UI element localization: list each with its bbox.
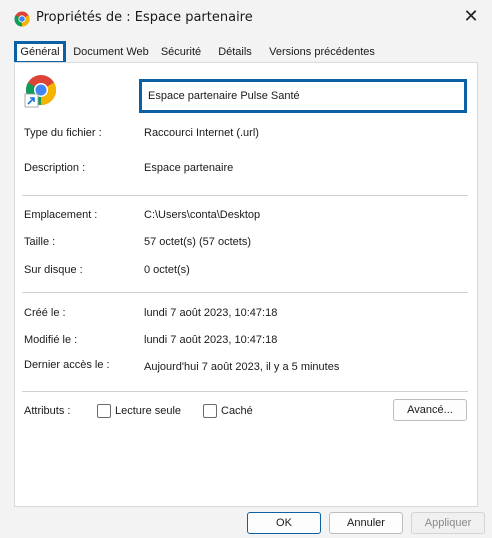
separator bbox=[22, 195, 468, 196]
description-label: Description : bbox=[24, 162, 86, 174]
size-on-disk-label: Sur disque : bbox=[24, 264, 83, 276]
readonly-checkbox[interactable] bbox=[97, 404, 111, 418]
size-value: 57 octet(s) (57 octets) bbox=[144, 236, 251, 248]
separator bbox=[22, 391, 468, 392]
tab-bar: Général Document Web Sécurité Détails Ve… bbox=[14, 41, 478, 64]
accessed-label: Dernier accès le : bbox=[24, 359, 110, 371]
modified-value: lundi 7 août 2023, 10:47:18 bbox=[144, 334, 278, 346]
hidden-checkbox[interactable] bbox=[203, 404, 217, 418]
attributes-label: Attributs : bbox=[24, 405, 71, 417]
tab-general[interactable]: Général bbox=[14, 41, 66, 64]
description-value: Espace partenaire bbox=[144, 162, 234, 174]
advanced-button[interactable]: Avancé... bbox=[393, 399, 467, 421]
location-label: Emplacement : bbox=[24, 209, 98, 221]
tab-label: Général bbox=[20, 46, 60, 58]
cancel-button[interactable]: Annuler bbox=[329, 512, 403, 534]
file-name-input[interactable] bbox=[139, 79, 467, 113]
tab-versions-precedentes[interactable]: Versions précédentes bbox=[261, 42, 383, 63]
window-title: Propriétés de : Espace partenaire bbox=[36, 10, 253, 25]
size-label: Taille : bbox=[24, 236, 56, 248]
tab-label: Versions précédentes bbox=[269, 46, 375, 58]
created-label: Créé le : bbox=[24, 307, 66, 319]
tab-document-web[interactable]: Document Web bbox=[71, 42, 151, 63]
hidden-label: Caché bbox=[221, 405, 253, 417]
location-value: C:\Users\conta\Desktop bbox=[144, 209, 261, 221]
readonly-label: Lecture seule bbox=[115, 405, 182, 417]
title-bar: Propriétés de : Espace partenaire ✕ bbox=[0, 0, 492, 36]
chrome-icon bbox=[14, 11, 30, 27]
apply-button[interactable]: Appliquer bbox=[411, 512, 485, 534]
tab-label: Sécurité bbox=[160, 46, 202, 58]
accessed-value: Aujourd'hui 7 août 2023, il y a 5 minute… bbox=[144, 361, 340, 373]
tab-label: Détails bbox=[218, 46, 252, 58]
tab-details[interactable]: Détails bbox=[211, 42, 259, 63]
separator bbox=[22, 292, 468, 293]
tab-securite[interactable]: Sécurité bbox=[153, 42, 209, 63]
created-value: lundi 7 août 2023, 10:47:18 bbox=[144, 307, 278, 319]
chrome-shortcut-icon bbox=[24, 75, 57, 108]
file-type-value: Raccourci Internet (.url) bbox=[144, 127, 259, 139]
ok-button[interactable]: OK bbox=[247, 512, 321, 534]
tab-label: Document Web bbox=[73, 46, 149, 58]
size-on-disk-value: 0 octet(s) bbox=[144, 264, 190, 276]
modified-label: Modifié le : bbox=[24, 334, 78, 346]
close-icon: ✕ bbox=[463, 6, 479, 27]
file-type-label: Type du fichier : bbox=[24, 127, 102, 139]
close-button[interactable]: ✕ bbox=[456, 6, 486, 30]
